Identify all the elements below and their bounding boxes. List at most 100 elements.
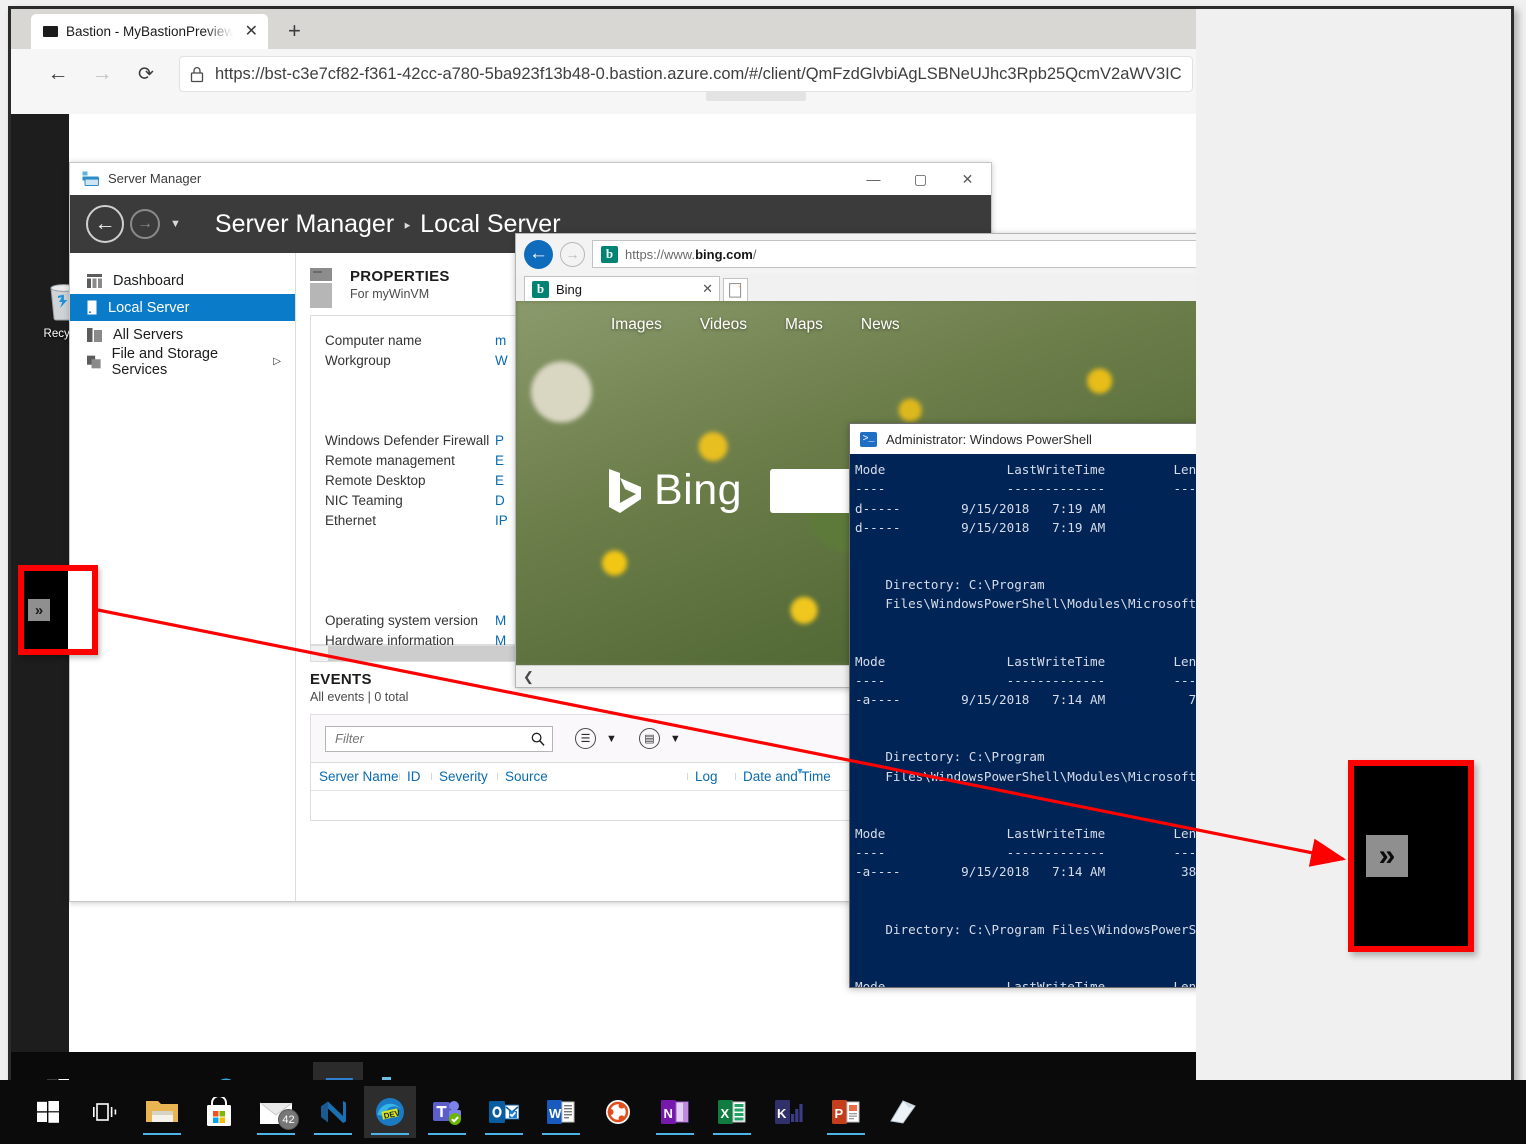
properties-heading: PROPERTIES <box>350 268 450 285</box>
host-taskbar-sticky-notes[interactable] <box>877 1086 929 1138</box>
power-bi-icon: K <box>775 1100 803 1124</box>
server-manager-title: Server Manager <box>108 171 202 186</box>
back-icon[interactable]: ← <box>524 239 553 269</box>
ie-tab-row: b Bing ✕ <box>516 274 1196 301</box>
powershell-window[interactable]: >_ Administrator: Windows PowerShell Mod… <box>849 423 1196 988</box>
bastion-remote-session[interactable]: Recycle Server Manager — ▢ ✕ ← → ▼ Serve… <box>11 114 1196 1127</box>
property-value[interactable]: E <box>495 473 504 488</box>
list-filter-icon[interactable]: ☰ <box>575 728 596 749</box>
property-key: Workgroup <box>325 352 391 368</box>
forward-icon[interactable]: → <box>87 59 117 89</box>
chevron-down-icon[interactable]: ▼ <box>170 218 181 230</box>
breadcrumb-separator: ‣ <box>402 216 413 236</box>
sidebar-item-dashboard[interactable]: Dashboard <box>70 267 295 294</box>
forward-icon[interactable]: → <box>130 209 160 239</box>
onenote-icon: N <box>661 1100 689 1124</box>
host-taskbar-excel[interactable]: X <box>706 1086 758 1138</box>
host-taskbar-task-view-button[interactable] <box>79 1086 131 1138</box>
host-taskbar-power-bi[interactable]: K <box>763 1086 815 1138</box>
browser-tab-title: Bastion - MyBastionPreview - my <box>66 24 233 39</box>
column-header-source[interactable]: Source <box>497 769 687 784</box>
host-taskbar-microsoft-edge[interactable]: DEV <box>364 1086 416 1138</box>
close-button[interactable]: ✕ <box>944 163 991 195</box>
new-tab-icon[interactable] <box>723 278 748 301</box>
property-value[interactable]: M <box>495 613 506 628</box>
breadcrumb-root[interactable]: Server Manager <box>215 210 394 238</box>
host-taskbar-word[interactable]: W <box>535 1086 587 1138</box>
host-taskbar-file-explorer[interactable] <box>136 1086 188 1138</box>
host-taskbar-microsoft-teams[interactable] <box>421 1086 473 1138</box>
sidebar-item-local-server[interactable]: Local Server <box>70 294 295 321</box>
powershell-console-output[interactable]: Mode LastWriteTime Lengt ---- ----------… <box>850 454 1196 987</box>
sort-caret-icon: ▼ <box>795 766 805 776</box>
host-taskbar-mail[interactable]: 42 <box>250 1086 302 1138</box>
sidebar-item-label: Dashboard <box>113 272 184 289</box>
property-key: NIC Teaming <box>325 492 403 508</box>
host-taskbar-powerpoint[interactable]: P <box>820 1086 872 1138</box>
search-icon[interactable] <box>531 732 545 746</box>
property-value[interactable]: IP <box>495 513 508 528</box>
back-icon[interactable]: ← <box>43 59 73 89</box>
forward-icon[interactable]: → <box>560 241 585 267</box>
property-value[interactable]: E <box>495 453 504 468</box>
column-header-log[interactable]: Log <box>687 769 735 784</box>
chevron-down-icon[interactable]: ▼ <box>670 733 681 745</box>
host-taskbar-start-button[interactable] <box>22 1086 74 1138</box>
close-icon[interactable]: ✕ <box>702 281 713 297</box>
column-header-date-and-time[interactable]: ▼ Date and Time <box>735 766 865 784</box>
property-key: Windows Defender Firewall <box>325 432 490 448</box>
new-tab-button[interactable]: + <box>288 20 301 42</box>
address-bar[interactable]: https://bst-c3e7cf82-f361-42cc-a780-5ba9… <box>179 56 1193 92</box>
bing-logo-icon <box>609 468 641 513</box>
annotation-highlight-zoomed: » <box>1348 760 1474 952</box>
sidebar-item-label: Local Server <box>108 299 190 316</box>
annotation-source-content: » <box>24 571 92 649</box>
new-tab-glyph <box>729 282 742 298</box>
events-filter-input[interactable]: Filter <box>325 725 553 752</box>
sidebar-item-all-servers[interactable]: All Servers <box>70 321 295 348</box>
powershell-titlebar[interactable]: >_ Administrator: Windows PowerShell <box>850 424 1196 454</box>
host-taskbar-microsoft-store[interactable] <box>193 1086 245 1138</box>
chevron-double-right-icon[interactable]: » <box>1366 835 1408 877</box>
bing-nav-maps[interactable]: Maps <box>785 316 823 334</box>
save-query-icon[interactable]: ▤ <box>638 728 660 749</box>
browser-tab[interactable]: Bastion - MyBastionPreview - my ✕ <box>31 14 268 49</box>
svg-text:P: P <box>835 1106 844 1121</box>
maximize-button[interactable]: ▢ <box>897 163 944 195</box>
close-icon[interactable]: ✕ <box>241 22 262 42</box>
host-taskbar-ubuntu[interactable] <box>592 1086 644 1138</box>
sidebar-item-file-and-storage-services[interactable]: File and Storage Services ▷ <box>70 345 295 378</box>
sidebar-item-label: File and Storage Services <box>111 345 219 378</box>
ie-url-text: https://www.bing.com/ <box>625 246 757 262</box>
reload-icon[interactable]: ⟳ <box>131 59 161 89</box>
events-view-group: ☰ ▼ <box>575 728 617 749</box>
ie-tab-bing[interactable]: b Bing ✕ <box>524 276 720 301</box>
property-value[interactable]: D <box>495 493 505 508</box>
bing-nav-images[interactable]: Images <box>611 316 662 334</box>
host-taskbar-outlook[interactable] <box>478 1086 530 1138</box>
windows-logo-icon <box>37 1101 59 1123</box>
scroll-left-icon[interactable]: ‹ <box>311 646 328 661</box>
property-value[interactable]: W <box>495 353 508 368</box>
host-taskbar-visual-studio-code[interactable] <box>307 1086 359 1138</box>
server-manager-nav: Dashboard Local Server All Servers File … <box>70 253 296 901</box>
back-icon[interactable]: ← <box>86 205 124 243</box>
chevron-down-icon[interactable]: ▼ <box>606 733 617 745</box>
bing-top-navigation: Images Videos Maps News <box>516 301 1196 349</box>
minimize-button[interactable]: — <box>850 163 897 195</box>
host-taskbar: 42 DEV W N X K P <box>0 1080 1526 1144</box>
bing-nav-news[interactable]: News <box>861 316 900 334</box>
mail-badge-count: 42 <box>278 1109 299 1130</box>
column-header-server-name[interactable]: Server Name <box>311 769 399 784</box>
dashboard-icon <box>87 273 102 288</box>
chevron-double-right-icon[interactable]: » <box>28 599 50 621</box>
bing-nav-videos[interactable]: Videos <box>700 316 747 334</box>
host-taskbar-onenote[interactable]: N <box>649 1086 701 1138</box>
property-value[interactable]: P <box>495 433 504 448</box>
column-header-id[interactable]: ID <box>399 769 431 784</box>
scroll-left-icon[interactable]: ❮ <box>516 666 541 687</box>
property-value[interactable]: m <box>495 333 506 348</box>
ie-address-bar[interactable]: b https://www.bing.com/ ▾ <box>592 240 1196 268</box>
column-header-severity[interactable]: Severity <box>431 769 497 784</box>
property-key: Remote Desktop <box>325 472 426 488</box>
